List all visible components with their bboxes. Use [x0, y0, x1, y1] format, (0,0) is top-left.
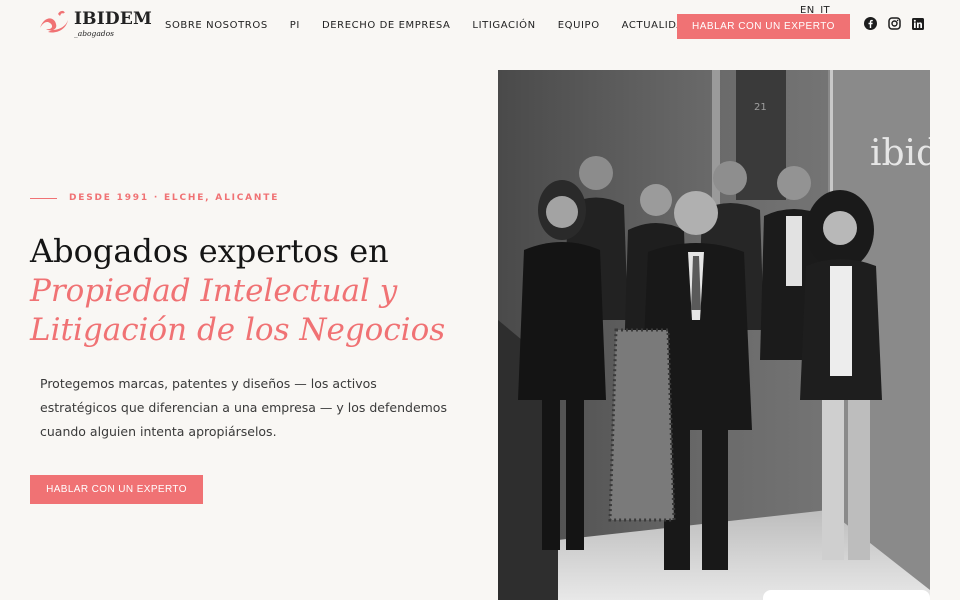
hero-cta-button[interactable]: HABLAR CON UN EXPERTO: [30, 475, 203, 504]
main-nav: SOBRE NOSOTROS PI DERECHO DE EMPRESA LIT…: [165, 20, 714, 31]
nav-item-litigacion[interactable]: LITIGACIÓN: [472, 20, 535, 31]
nav-item-derecho-de-empresa[interactable]: DERECHO DE EMPRESA: [322, 20, 450, 31]
linkedin-icon[interactable]: [912, 15, 926, 30]
team-photo: 21 ibid: [498, 70, 930, 600]
nav-item-pi[interactable]: PI: [290, 20, 300, 31]
headline-accent-line-1: Propiedad Intelectual y: [30, 273, 398, 309]
person-mid-patterned: [608, 328, 676, 522]
brand-name: IBIDEM: [74, 9, 152, 29]
site-header: IBIDEM _abogados SOBRE NOSOTROS PI DEREC…: [0, 0, 960, 56]
hero-headline: Abogados expertos en: [30, 232, 389, 270]
instagram-icon[interactable]: [888, 15, 902, 30]
floating-card-edge: [763, 590, 930, 600]
nav-item-sobre-nosotros[interactable]: SOBRE NOSOTROS: [165, 20, 268, 31]
header-cta-button[interactable]: HABLAR CON UN EXPERTO: [677, 14, 850, 39]
facebook-icon[interactable]: [864, 15, 878, 30]
brand-tagline: _abogados: [74, 29, 114, 38]
eyebrow-divider: [30, 197, 57, 199]
hero-lead-paragraph: Protegemos marcas, patentes y diseños — …: [40, 376, 447, 439]
swan-logo-icon: [40, 10, 68, 33]
brand-logo[interactable]: IBIDEM _abogados: [36, 8, 152, 40]
hero-eyebrow: DESDE 1991 · ELCHE, ALICANTE: [30, 193, 279, 203]
nav-item-equipo[interactable]: EQUIPO: [558, 20, 600, 31]
eyebrow-text: DESDE 1991 · ELCHE, ALICANTE: [69, 193, 280, 203]
headline-accent-line-2: Litigación de los Negocios: [30, 312, 446, 348]
door-number: 21: [754, 102, 767, 113]
hero-headline-accent: Propiedad Intelectual y Litigación de lo…: [30, 272, 445, 350]
office-sign: ibid: [870, 133, 930, 174]
